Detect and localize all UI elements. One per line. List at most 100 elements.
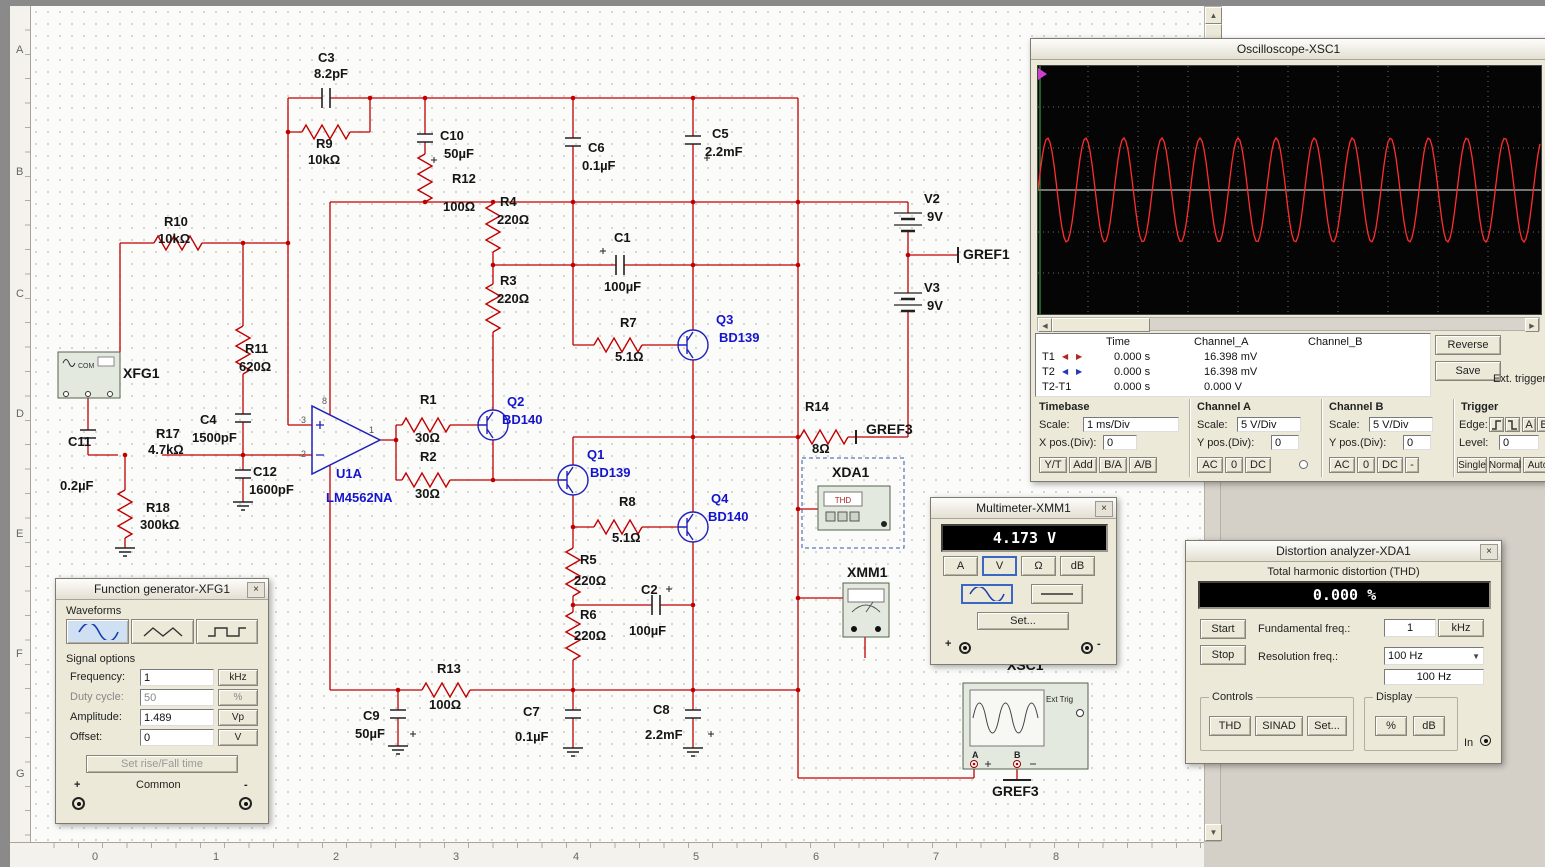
function-generator-panel[interactable]: Function generator-XFG1 × Waveforms Sign… bbox=[55, 578, 269, 824]
scope-hscrollbar[interactable]: ◀ ▶ bbox=[1037, 317, 1540, 332]
channel-a-scale-input[interactable]: 5 V/Div bbox=[1237, 417, 1301, 432]
t1-channel-a: 16.398 mV bbox=[1204, 351, 1258, 363]
volts-button[interactable]: V bbox=[982, 556, 1017, 576]
distortion-titlebar[interactable]: Distortion analyzer-XDA1 × bbox=[1186, 541, 1501, 562]
scope-scroll-right-icon[interactable]: ▶ bbox=[1525, 318, 1539, 332]
multimeter-panel[interactable]: Multimeter-XMM1 × 4.173 V A V Ω dB Set..… bbox=[930, 497, 1117, 665]
trigger-auto-button[interactable]: Auto bbox=[1523, 457, 1545, 473]
dropdown-arrow-icon[interactable]: ▼ bbox=[1472, 652, 1480, 661]
fundamental-freq-input[interactable]: 1 bbox=[1384, 619, 1436, 637]
channel-a-ypos-label: Y pos.(Div): bbox=[1197, 437, 1255, 449]
falling-edge-icon[interactable] bbox=[1505, 417, 1520, 432]
trigger-level-input[interactable]: 0 bbox=[1499, 435, 1539, 450]
multimeter-plus-terminal[interactable] bbox=[959, 642, 971, 654]
timebase-scale-input[interactable]: 1 ms/Div bbox=[1083, 417, 1179, 432]
timebase-xpos-label: X pos.(Div): bbox=[1039, 437, 1097, 449]
trigger-a-button[interactable]: A bbox=[1522, 417, 1536, 432]
funcgen-titlebar[interactable]: Function generator-XFG1 × bbox=[56, 579, 268, 600]
transistor-symbols[interactable] bbox=[477, 329, 709, 543]
scope-t1-marker[interactable] bbox=[1038, 68, 1047, 80]
ba-button[interactable]: B/A bbox=[1099, 457, 1127, 473]
ab-button[interactable]: A/B bbox=[1129, 457, 1157, 473]
multimeter-plus-label: + bbox=[945, 638, 952, 650]
channel-a-ac-button[interactable]: AC bbox=[1197, 457, 1223, 473]
frequency-unit-button[interactable]: kHz bbox=[218, 669, 258, 686]
percent-button[interactable]: % bbox=[1375, 716, 1407, 736]
resolution-freq-item[interactable]: 100 Hz bbox=[1384, 669, 1484, 685]
channel-a-radio[interactable] bbox=[1299, 460, 1308, 469]
start-button[interactable]: Start bbox=[1200, 619, 1246, 639]
dc-mode-button[interactable] bbox=[1031, 584, 1083, 604]
channel-b-dc-button[interactable]: DC bbox=[1377, 457, 1403, 473]
channel-a-0-button[interactable]: 0 bbox=[1225, 457, 1243, 473]
trigger-normal-button[interactable]: Normal bbox=[1489, 457, 1521, 473]
triangle-wave-button[interactable] bbox=[131, 619, 194, 644]
t2-left-icon[interactable]: ◀ bbox=[1062, 367, 1068, 376]
duty-cycle-input[interactable]: 50 bbox=[140, 689, 214, 706]
resolution-freq-select[interactable]: 100 Hz ▼ bbox=[1384, 647, 1484, 665]
funcgen-plus-terminal[interactable] bbox=[72, 797, 85, 810]
multimeter-close-button[interactable]: × bbox=[1095, 501, 1113, 517]
distortion-analyzer-panel[interactable]: Distortion analyzer-XDA1 × Total harmoni… bbox=[1185, 540, 1502, 764]
resolution-freq-value: 100 Hz bbox=[1388, 650, 1423, 662]
ac-mode-button[interactable] bbox=[961, 584, 1013, 604]
save-button[interactable]: Save bbox=[1435, 361, 1501, 381]
channel-b-ypos-input[interactable]: 0 bbox=[1403, 435, 1431, 450]
funcgen-minus-terminal[interactable] bbox=[239, 797, 252, 810]
channel-a-dc-button[interactable]: DC bbox=[1245, 457, 1271, 473]
funcgen-close-button[interactable]: × bbox=[247, 582, 265, 598]
square-wave-button[interactable] bbox=[196, 619, 258, 644]
fundamental-unit-box[interactable]: kHz bbox=[1438, 619, 1484, 637]
trigger-b-button[interactable]: B bbox=[1537, 417, 1545, 432]
scope-scroll-thumb[interactable] bbox=[1052, 318, 1150, 332]
oscilloscope-icon[interactable]: Ext Trig A B bbox=[962, 682, 1089, 770]
duty-cycle-label: Duty cycle: bbox=[70, 691, 124, 703]
frequency-input[interactable]: 1 bbox=[140, 669, 214, 686]
stop-button[interactable]: Stop bbox=[1200, 645, 1246, 665]
scroll-down-icon[interactable]: ▼ bbox=[1205, 824, 1222, 841]
yt-button[interactable]: Y/T bbox=[1039, 457, 1067, 473]
channel-b-scale-input[interactable]: 5 V/Div bbox=[1369, 417, 1433, 432]
distortion-close-button[interactable]: × bbox=[1480, 544, 1498, 560]
distortion-analyzer-icon[interactable]: THD bbox=[801, 457, 905, 549]
duty-cycle-unit-button[interactable]: % bbox=[218, 689, 258, 706]
channel-b-ac-button[interactable]: AC bbox=[1329, 457, 1355, 473]
reverse-button[interactable]: Reverse bbox=[1435, 335, 1501, 355]
oscilloscope-titlebar[interactable]: Oscilloscope-XSC1 bbox=[1031, 39, 1545, 60]
opamp-symbol[interactable]: 8 3 2 1 bbox=[301, 396, 382, 476]
timebase-xpos-input[interactable]: 0 bbox=[1103, 435, 1137, 450]
scroll-up-icon[interactable]: ▲ bbox=[1205, 7, 1222, 24]
t1-right-icon[interactable]: ▶ bbox=[1076, 352, 1082, 361]
sinad-button[interactable]: SINAD bbox=[1255, 716, 1303, 736]
ruler-row-b: B bbox=[16, 166, 24, 178]
amplitude-input[interactable]: 1.489 bbox=[140, 709, 214, 726]
channel-b-0-button[interactable]: 0 bbox=[1357, 457, 1375, 473]
offset-input[interactable]: 0 bbox=[140, 729, 214, 746]
db-button[interactable]: dB bbox=[1060, 556, 1095, 576]
scope-scroll-left-icon[interactable]: ◀ bbox=[1038, 318, 1052, 332]
trigger-single-button[interactable]: Single bbox=[1457, 457, 1487, 473]
db-unit-button[interactable]: dB bbox=[1413, 716, 1445, 736]
amplitude-unit-button[interactable]: Vp bbox=[218, 709, 258, 726]
channel-a-ypos-input[interactable]: 0 bbox=[1271, 435, 1299, 450]
set-rise-fall-button[interactable]: Set rise/Fall time bbox=[86, 755, 238, 773]
add-button[interactable]: Add bbox=[1069, 457, 1097, 473]
xda-set-button[interactable]: Set... bbox=[1307, 716, 1347, 736]
funcgen-icon[interactable]: COM bbox=[57, 351, 121, 399]
t1-left-icon[interactable]: ◀ bbox=[1062, 352, 1068, 361]
channel-b-minus-button[interactable]: - bbox=[1405, 457, 1419, 473]
t2-right-icon[interactable]: ▶ bbox=[1076, 367, 1082, 376]
offset-unit-button[interactable]: V bbox=[218, 729, 258, 746]
rising-edge-icon[interactable] bbox=[1489, 417, 1504, 432]
thd-button[interactable]: THD bbox=[1209, 716, 1251, 736]
ruler-row-f: F bbox=[16, 648, 23, 660]
sine-wave-button[interactable] bbox=[66, 619, 129, 644]
multimeter-set-button[interactable]: Set... bbox=[977, 612, 1069, 630]
multimeter-titlebar[interactable]: Multimeter-XMM1 × bbox=[931, 498, 1116, 519]
oscilloscope-panel[interactable]: Oscilloscope-XSC1 ◀ ▶ Time Channel_A Cha… bbox=[1030, 38, 1545, 482]
multimeter-icon[interactable] bbox=[842, 582, 890, 638]
amps-button[interactable]: A bbox=[943, 556, 978, 576]
multimeter-minus-terminal[interactable] bbox=[1081, 642, 1093, 654]
ohms-button[interactable]: Ω bbox=[1021, 556, 1056, 576]
in-terminal[interactable] bbox=[1480, 735, 1491, 746]
